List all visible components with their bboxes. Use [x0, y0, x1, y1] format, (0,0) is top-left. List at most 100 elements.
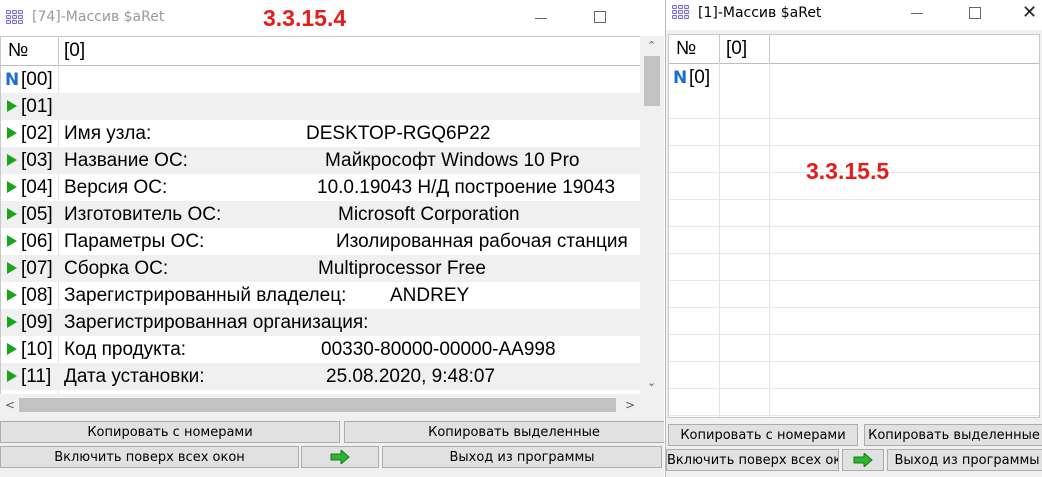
maximize-icon[interactable] [969, 7, 981, 19]
always-on-top-button[interactable]: Включить поверх всех окон [666, 449, 839, 471]
green-arrow-icon [7, 343, 17, 355]
array-viewer-window-right: [1]-Массив $aRet ✕ № [0] N [0] 3.3.15.5 К… [665, 0, 1042, 477]
row-index: [08] [21, 285, 53, 306]
grid-line [669, 253, 1039, 254]
scroll-down-icon[interactable]: ⌄ [647, 376, 656, 389]
grid-line [669, 280, 1039, 281]
horizontal-scrollbar[interactable]: < > [0, 394, 640, 416]
scroll-left-icon[interactable]: < [5, 398, 15, 412]
grid-line [669, 361, 1039, 362]
grid-line [669, 145, 1039, 146]
green-arrow-icon [7, 262, 17, 274]
green-arrow-icon [7, 208, 17, 220]
row-index: [06] [21, 231, 53, 252]
grid-line [669, 307, 1039, 308]
copy-with-numbers-button[interactable]: Копировать с номерами [668, 424, 858, 446]
table-row[interactable]: [09] Зарегистрированная организация: [1, 309, 641, 336]
exit-button[interactable]: Выход из программы [382, 446, 662, 468]
column-header-number[interactable]: № [676, 38, 696, 60]
row-index: [09] [21, 312, 53, 333]
row-value: Майкрософт Windows 10 Pro [325, 150, 580, 171]
column-header-0[interactable]: [0] [64, 40, 85, 62]
always-on-top-button[interactable]: Включить поверх всех окон [0, 446, 299, 468]
version-label: 3.3.15.4 [263, 5, 347, 31]
grid-line [669, 226, 1039, 227]
copy-with-numbers-button[interactable]: Копировать с номерами [0, 421, 340, 443]
table-row[interactable]: [04] Версия ОС: 10.0.19043 Н/Д построение … [1, 174, 641, 201]
green-arrow-icon [7, 370, 17, 382]
green-arrow-icon [7, 316, 17, 328]
row-value: 10.0.19043 Н/Д построение 19043 [317, 177, 616, 198]
array-grid[interactable]: № [0] N [0] [668, 34, 1040, 418]
go-button[interactable] [301, 446, 379, 468]
row-label: Изготовитель ОС: [64, 204, 222, 225]
row-label: Код продукта: [64, 339, 187, 360]
table-row[interactable]: N [0] [669, 64, 1039, 91]
table-row[interactable]: [01] [1, 93, 641, 120]
row-value: Microsoft Corporation [338, 204, 520, 225]
scroll-right-icon[interactable]: > [625, 398, 635, 412]
n-icon: N [673, 68, 688, 88]
green-arrow-icon [7, 235, 17, 247]
minimize-icon[interactable] [535, 18, 547, 19]
green-arrow-icon [7, 127, 17, 139]
row-value: Изолированная рабочая станция [336, 231, 628, 252]
grid-header: № [0] [669, 35, 1039, 64]
table-row[interactable]: N [00] [1, 66, 641, 93]
close-icon[interactable]: ✕ [1022, 4, 1037, 22]
row-label: Название ОС: [64, 150, 188, 171]
row-value: DESKTOP-RGQ6P22 [306, 123, 491, 144]
array-grid-icon [6, 10, 24, 26]
scrollbar-corner [640, 394, 664, 416]
array-grid-icon [672, 5, 690, 21]
row-index: [02] [21, 123, 53, 144]
table-row[interactable]: [11] Дата установки: 25.08.2020, 9:48:07 [1, 363, 641, 390]
exit-button[interactable]: Выход из программы [887, 449, 1042, 471]
grid-line [669, 415, 1039, 416]
green-arrow-icon [7, 181, 17, 193]
scroll-up-icon[interactable]: ⌃ [647, 39, 656, 52]
scrollbar-thumb[interactable] [19, 398, 616, 412]
table-row[interactable]: [07] Сборка ОС: Multiprocessor Free [1, 255, 641, 282]
row-label: Сборка ОС: [64, 258, 169, 279]
row-label: Параметры ОС: [64, 231, 205, 252]
table-row[interactable]: [02] Имя узла: DESKTOP-RGQ6P22 [1, 120, 641, 147]
grid-header: № [0] [1, 37, 641, 66]
minimize-icon[interactable] [911, 13, 923, 14]
table-row[interactable]: [05] Изготовитель ОС: Microsoft Corporatio… [1, 201, 641, 228]
grid-line [669, 334, 1039, 335]
column-header-number[interactable]: № [8, 40, 28, 62]
maximize-icon[interactable] [594, 11, 606, 23]
title-bar[interactable]: [74]-Массив $aRet 3.3.15.4 [0, 0, 664, 36]
row-label: Имя узла: [64, 123, 152, 144]
row-value: 00330-80000-00000-AA998 [321, 339, 556, 360]
row-index: [04] [21, 177, 53, 198]
copy-selected-button[interactable]: Копировать выделенные [344, 421, 664, 443]
title-bar[interactable]: [1]-Массив $aRet ✕ [666, 0, 1042, 30]
row-value: 25.08.2020, 9:48:07 [326, 366, 496, 387]
table-row[interactable]: [03] Название ОС: Майкрософт Windows 10 Pr… [1, 147, 641, 174]
go-button[interactable] [842, 449, 884, 471]
table-row[interactable]: [08] Зарегистрированный владелец: ANDREY [1, 282, 641, 309]
green-arrow-icon [7, 154, 17, 166]
window-title: [1]-Массив $aRet [698, 5, 822, 21]
row-index: [10] [21, 339, 53, 360]
table-row[interactable]: [06] Параметры ОС: Изолированная рабочая с… [1, 228, 641, 255]
vertical-scrollbar[interactable]: ⌃ ⌄ [640, 36, 664, 394]
row-label: Дата установки: [64, 366, 205, 387]
column-divider [719, 63, 720, 417]
green-arrow-icon [7, 289, 17, 301]
scrollbar-thumb[interactable] [644, 56, 660, 106]
row-index: [07] [21, 258, 53, 279]
table-row[interactable]: [10] Код продукта: 00330-80000-00000-AA998 [1, 336, 641, 363]
grid-line [669, 199, 1039, 200]
row-label: Зарегистрированный владелец: [64, 285, 347, 306]
column-header-0[interactable]: [0] [726, 38, 747, 60]
green-arrow-icon [7, 100, 17, 112]
grid-line [669, 388, 1039, 389]
green-arrow-right-icon [330, 450, 350, 464]
array-grid[interactable]: № [0] N [00] [01] [02] Имя узла: DESKTOP-RGQ6… [0, 36, 642, 396]
row-index: [11] [21, 366, 52, 387]
copy-selected-button[interactable]: Копировать выделенные [864, 424, 1042, 446]
array-viewer-window-left: [74]-Массив $aRet 3.3.15.4 № [0] N [00] [0… [0, 0, 664, 477]
